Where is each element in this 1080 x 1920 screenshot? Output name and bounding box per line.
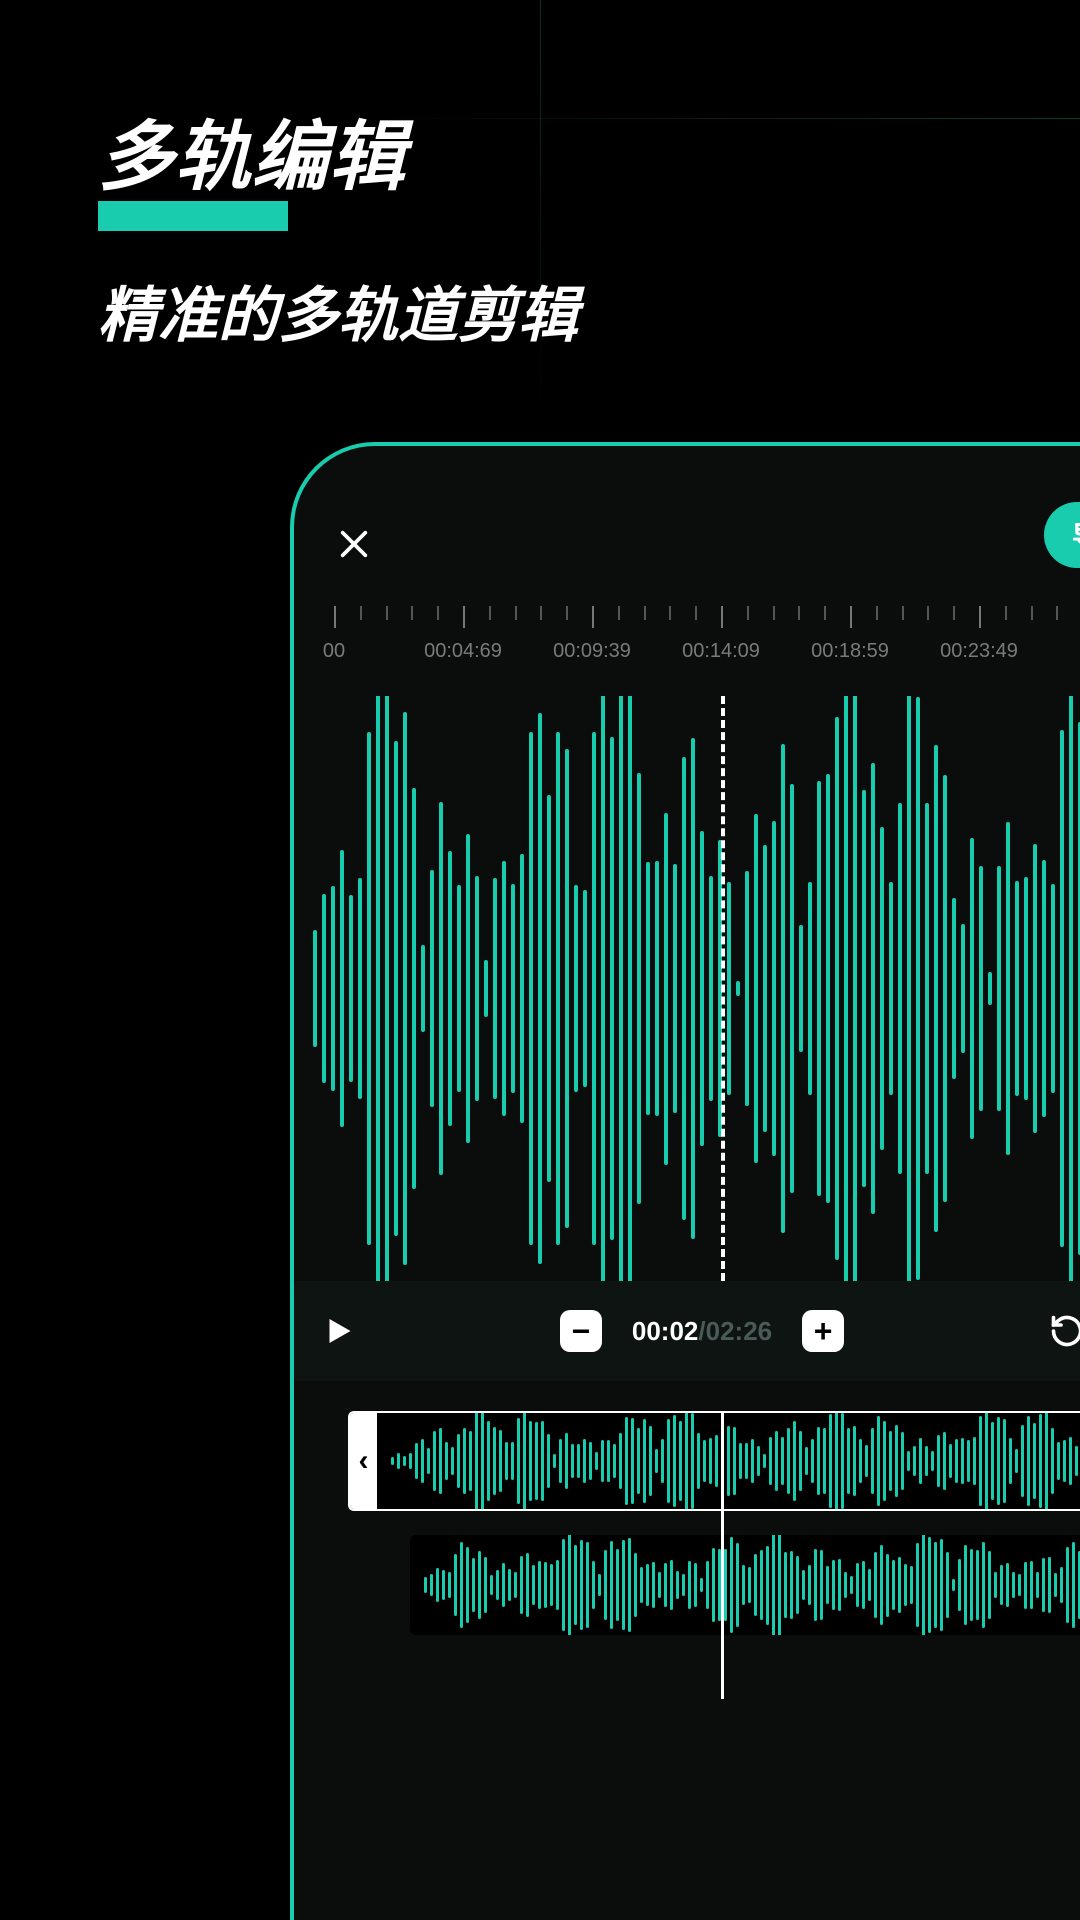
export-label: 导 (1072, 515, 1080, 555)
close-icon (337, 527, 371, 561)
time-display: 00:02 / 02:26 (618, 1316, 786, 1347)
tracks-panel: ‹ (294, 1411, 1080, 1699)
time-separator: / (698, 1316, 705, 1347)
ruler-label: 00 (323, 640, 345, 663)
zoom-out-button[interactable]: − (560, 1310, 602, 1352)
time-total: 02:26 (706, 1316, 773, 1347)
ruler-label: 00:09:39 (553, 640, 631, 663)
editor-header: 导 (294, 446, 1080, 586)
chevron-left-icon: ‹ (359, 1444, 369, 1478)
ruler-label: 00:23:49 (940, 640, 1018, 663)
play-button[interactable] (312, 1306, 362, 1356)
track-waveform (410, 1535, 1080, 1635)
ruler-label: 00:18:59 (811, 640, 889, 663)
close-button[interactable] (334, 524, 374, 564)
track-playhead[interactable] (721, 1411, 724, 1699)
ruler-ticks (334, 606, 1080, 630)
playhead-indicator[interactable] (721, 696, 725, 1281)
device-frame: 导 00 00:04:69 00:09:39 00:14:09 00:18:59 00:2… (290, 442, 1080, 1920)
export-button[interactable]: 导 (1044, 502, 1080, 568)
track-clip-2[interactable] (410, 1535, 1080, 1635)
hero-subtitle: 精准的多轨道剪辑 (98, 267, 578, 354)
reset-button[interactable] (1042, 1306, 1080, 1356)
main-waveform[interactable] (294, 696, 1080, 1281)
zoom-in-button[interactable]: + (802, 1310, 844, 1352)
minus-icon: − (572, 1315, 591, 1347)
hero-section: 多轨编辑 精准的多轨道剪辑 (98, 95, 578, 354)
track-waveform (377, 1413, 1080, 1509)
clip-handle-left[interactable]: ‹ (350, 1413, 377, 1509)
reset-icon (1049, 1313, 1080, 1349)
timeline-ruler[interactable]: 00 00:04:69 00:09:39 00:14:09 00:18:59 00:23:… (294, 606, 1080, 686)
hero-title: 多轨编辑 (98, 95, 578, 205)
time-current: 00:02 (632, 1316, 699, 1347)
ruler-label: 00:04:69 (424, 640, 502, 663)
waveform-bars (294, 696, 1080, 1281)
plus-icon: + (814, 1315, 833, 1347)
ruler-label: 00:14:09 (682, 640, 760, 663)
play-icon (319, 1313, 355, 1349)
track-clip-1[interactable]: ‹ (348, 1411, 1080, 1511)
playback-controls: − 00:02 / 02:26 + (294, 1281, 1080, 1381)
